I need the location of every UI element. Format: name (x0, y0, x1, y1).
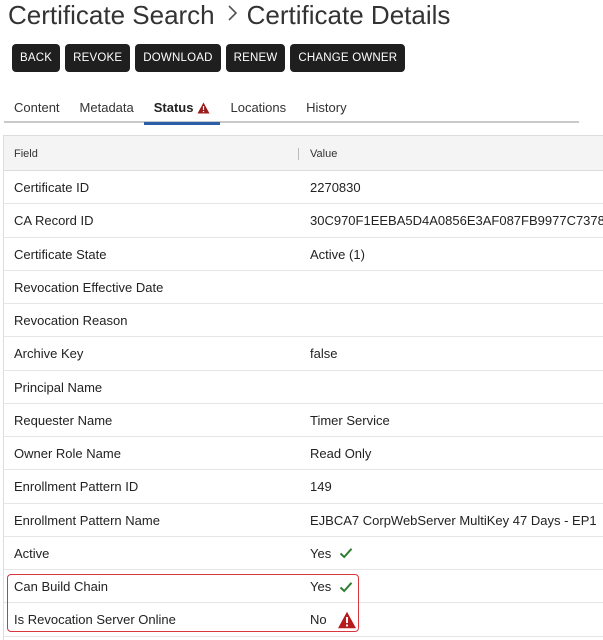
chevron-right-icon (227, 2, 239, 28)
row-value: No (310, 612, 327, 628)
table-row: Can Build Chain Yes (4, 570, 603, 604)
revoke-button[interactable]: REVOKE (65, 44, 131, 72)
tab-content-label: Content (14, 100, 60, 115)
tab-content[interactable]: Content (4, 92, 70, 123)
column-header-value[interactable]: Value (310, 148, 337, 160)
row-field: Can Build Chain (14, 579, 108, 594)
table-row: Is Revocation Server Online No (4, 603, 603, 637)
row-field: Certificate ID (14, 180, 90, 195)
tab-bar: Content Metadata Status Locations Histor… (4, 92, 579, 125)
tab-status[interactable]: Status (143, 92, 221, 125)
download-button[interactable]: DOWNLOAD (135, 44, 221, 72)
checkmark-icon (339, 581, 353, 593)
table-row: Archive Key false (4, 337, 603, 371)
table-row: CA Record ID 30C970F1EEBA5D4A0856E3AF087… (4, 204, 603, 238)
table-row: Requester Name Timer Service (4, 404, 603, 437)
status-grid: Field Value Certificate ID 2270830 CA Re… (3, 135, 603, 640)
row-value: Active (1) (310, 246, 365, 262)
tab-status-label: Status (153, 100, 194, 115)
breadcrumb-certificate-search[interactable]: Certificate Search (8, 0, 215, 31)
row-field: Requester Name (14, 412, 113, 428)
warning-icon (197, 102, 210, 114)
tab-history[interactable]: History (296, 92, 356, 123)
column-header-field[interactable]: Field (14, 148, 38, 160)
table-row: Owner Role Name Read Only (4, 437, 603, 471)
table-row: Certificate ID 2270830 (4, 171, 603, 205)
row-field: Owner Role Name (14, 446, 121, 461)
row-value: Yes (310, 545, 332, 561)
table-row: Certificate State Active (1) (4, 238, 603, 271)
row-value-with-icon: Yes (310, 570, 353, 603)
table-row: Principal Name (4, 371, 603, 404)
table-row: Enrollment Pattern Name EJBCA7 CorpWebSe… (4, 504, 603, 537)
row-field: Active (14, 545, 50, 561)
page-title: Certificate Details (246, 0, 451, 30)
change-owner-button[interactable]: CHANGE OWNER (290, 44, 406, 72)
row-field: Revocation Effective Date (14, 279, 164, 295)
grid-header: Field Value (4, 136, 603, 171)
row-field: Archive Key (14, 346, 84, 362)
table-row: Enrollment Pattern ID 149 (4, 470, 603, 504)
action-toolbar: BACK REVOKE DOWNLOAD RENEW CHANGE OWNER (12, 44, 406, 72)
row-value: 149 (310, 479, 332, 495)
row-value-with-icon: Yes (310, 537, 353, 570)
tab-locations[interactable]: Locations (220, 92, 296, 123)
table-row: Revocation Effective Date (4, 271, 603, 304)
row-value: EJBCA7 CorpWebServer MultiKey 47 Days - … (310, 512, 597, 528)
row-value: false (310, 346, 338, 362)
tab-locations-label: Locations (230, 100, 287, 115)
row-value: Yes (310, 579, 332, 594)
row-value: Read Only (310, 446, 372, 461)
certificate-details-page: Certificate Search Certificate Details B… (0, 0, 603, 640)
row-field: Revocation Reason (14, 313, 128, 328)
tab-metadata-label: Metadata (79, 100, 134, 115)
row-value: 30C970F1EEBA5D4A0856E3AF087FB9977C737837 (310, 213, 603, 229)
tab-metadata[interactable]: Metadata (70, 92, 144, 123)
row-value: Timer Service (310, 412, 390, 428)
back-button[interactable]: BACK (12, 44, 61, 72)
row-field: Enrollment Pattern Name (14, 512, 160, 528)
row-field: Certificate State (14, 246, 107, 262)
checkmark-icon (339, 547, 353, 559)
warning-icon (337, 611, 357, 629)
table-row: Active Yes (4, 537, 603, 570)
row-field: Principal Name (14, 379, 103, 395)
column-resize-handle[interactable] (298, 148, 299, 160)
row-value-with-icon: No (310, 603, 357, 636)
row-field: Is Revocation Server Online (14, 612, 176, 628)
table-row: Revocation Reason (4, 304, 603, 338)
breadcrumb: Certificate Search Certificate Details (8, 0, 450, 30)
row-field: Enrollment Pattern ID (14, 479, 139, 495)
tab-history-label: History (306, 100, 347, 115)
row-value: 2270830 (310, 180, 361, 195)
renew-button[interactable]: RENEW (225, 44, 286, 72)
row-field: CA Record ID (14, 213, 94, 229)
